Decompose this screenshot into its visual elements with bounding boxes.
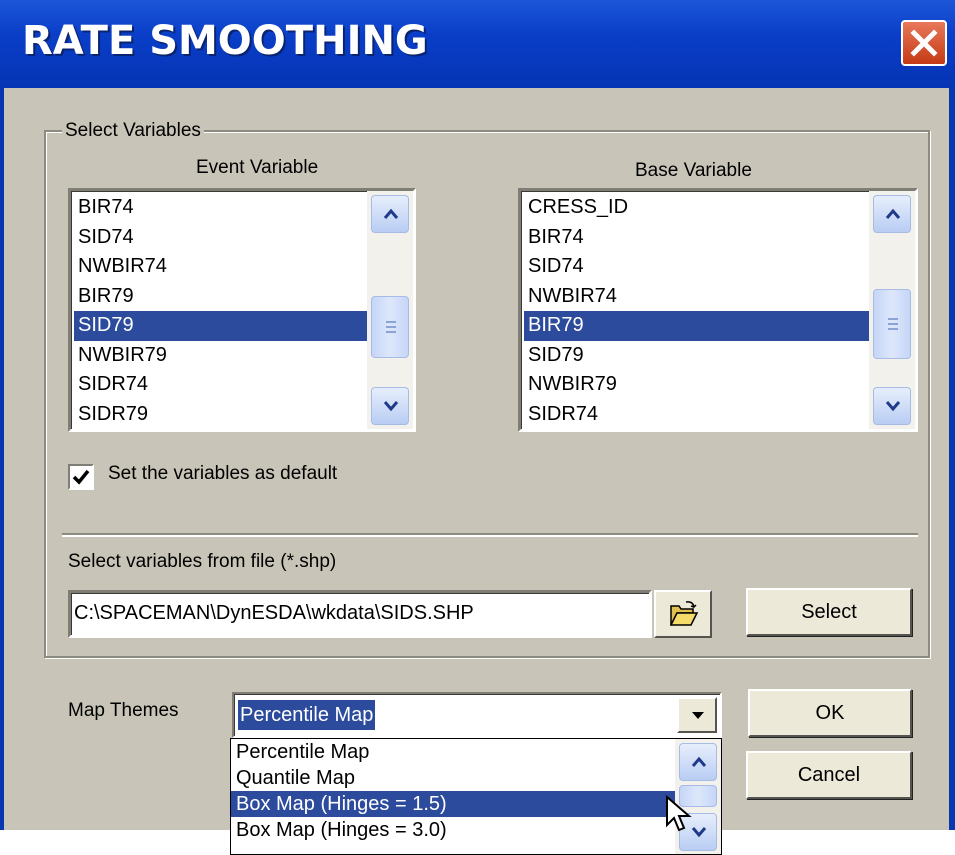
checkmark-icon — [72, 469, 90, 485]
map-themes-label: Map Themes — [68, 700, 179, 721]
map-themes-value: Percentile Map — [238, 700, 376, 730]
scroll-up-icon — [885, 208, 901, 219]
scroll-up-icon — [383, 208, 399, 219]
list-item[interactable]: SIDR74 — [74, 370, 372, 400]
base-list-scrollbar[interactable] — [869, 191, 915, 429]
close-icon — [910, 29, 938, 57]
dropdown-option[interactable]: Quantile Map — [231, 765, 675, 791]
select-button[interactable]: Select — [746, 588, 912, 636]
base-variable-list[interactable]: CRESS_ID BIR74 SID74 NWBIR74 BIR79 SID79… — [518, 188, 918, 432]
dropdown-option-highlighted[interactable]: Box Map (Hinges = 1.5) — [231, 791, 675, 817]
select-variables-group-label: Select Variables — [62, 120, 204, 142]
set-default-checkbox[interactable] — [68, 464, 94, 490]
map-themes-dropdown-list[interactable]: Percentile Map Quantile Map Box Map (Hin… — [230, 738, 722, 855]
separator — [62, 533, 918, 537]
scroll-down-icon — [691, 827, 707, 838]
dropdown-arrow-icon — [692, 712, 704, 719]
list-item[interactable]: NWBIR74 — [74, 252, 372, 282]
folder-open-icon — [669, 601, 699, 626]
list-item[interactable]: NWBIR79 — [74, 341, 372, 371]
event-variable-label: Event Variable — [196, 157, 319, 178]
list-item-selected[interactable]: SID79 — [74, 311, 372, 341]
list-item[interactable]: BIR79 — [74, 282, 372, 312]
ok-button[interactable]: OK — [748, 689, 912, 737]
scroll-thumb[interactable] — [371, 296, 409, 358]
set-default-label: Set the variables as default — [108, 463, 338, 484]
event-variable-items: BIR74 SID74 NWBIR74 BIR79 SID79 NWBIR79 … — [74, 193, 372, 429]
list-item[interactable]: SID74 — [524, 252, 870, 282]
list-item[interactable]: NWBIR79 — [524, 370, 870, 400]
file-path-field[interactable]: C:\SPACEMAN\DynESDA\wkdata\SIDS.SHP — [68, 590, 652, 638]
close-button[interactable] — [901, 20, 947, 66]
event-variable-list[interactable]: BIR74 SID74 NWBIR74 BIR79 SID79 NWBIR79 … — [68, 188, 416, 432]
scroll-up-button[interactable] — [873, 195, 911, 233]
mouse-cursor-icon — [666, 795, 692, 832]
dropdown-arrow-button[interactable] — [677, 697, 717, 733]
window-frame-left — [0, 88, 4, 830]
event-list-scrollbar[interactable] — [367, 191, 413, 429]
scroll-down-button[interactable] — [873, 387, 911, 425]
base-variable-label: Base Variable — [635, 160, 752, 181]
dropdown-option[interactable]: Box Map (Hinges = 3.0) — [231, 817, 675, 843]
dropdown-items: Percentile Map Quantile Map Box Map (Hin… — [231, 739, 675, 843]
scroll-up-button[interactable] — [371, 195, 409, 233]
list-item[interactable]: SID74 — [74, 223, 372, 253]
list-item-selected[interactable]: BIR79 — [524, 311, 870, 341]
list-item[interactable]: BIR74 — [524, 223, 870, 253]
scroll-up-icon — [691, 756, 707, 767]
rate-smoothing-dialog: RATE SMOOTHING Select Variables Event Va… — [0, 0, 955, 830]
base-variable-items: CRESS_ID BIR74 SID74 NWBIR74 BIR79 SID79… — [524, 193, 870, 429]
scroll-down-icon — [885, 401, 901, 412]
scroll-up-button[interactable] — [679, 743, 717, 781]
cancel-button[interactable]: Cancel — [746, 751, 912, 799]
list-item[interactable]: SIDR79 — [74, 400, 372, 430]
scroll-down-button[interactable] — [371, 387, 409, 425]
file-label: Select variables from file (*.shp) — [68, 551, 337, 572]
list-item[interactable]: NWBIR74 — [524, 282, 870, 312]
map-themes-select[interactable]: Percentile Map — [232, 692, 722, 738]
list-item[interactable]: CRESS_ID — [524, 193, 870, 223]
window-title: RATE SMOOTHING — [22, 18, 428, 64]
browse-folder-button[interactable] — [654, 590, 712, 638]
scroll-thumb[interactable] — [873, 289, 911, 359]
list-item[interactable]: BIR74 — [74, 193, 372, 223]
list-item[interactable]: SID79 — [524, 341, 870, 371]
dropdown-option[interactable]: Percentile Map — [231, 739, 675, 765]
window-frame-right — [949, 88, 955, 830]
list-item[interactable]: SIDR74 — [524, 400, 870, 430]
title-bar[interactable]: RATE SMOOTHING — [0, 0, 955, 88]
scroll-down-icon — [383, 401, 399, 412]
